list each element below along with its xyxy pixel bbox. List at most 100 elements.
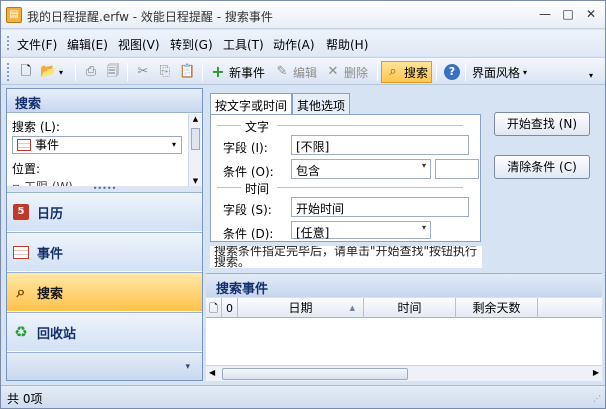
dropdown-arrow-icon: ▾ xyxy=(171,140,176,149)
menu-view[interactable]: 视图(V) xyxy=(118,36,160,53)
menu-tools[interactable]: 工具(T) xyxy=(223,36,264,53)
location-value: ▫ 工限 (W) xyxy=(12,178,73,186)
copy-icon: ⎘ xyxy=(159,64,171,79)
dropdown-arrow-icon: ▾ xyxy=(523,67,528,77)
menu-help[interactable]: 帮助(H) xyxy=(326,36,368,53)
toolbar-separator xyxy=(127,63,128,81)
menubar-grip[interactable] xyxy=(7,36,10,50)
left-pane-title: 搜索 xyxy=(7,89,202,113)
print-button[interactable]: ⎙ xyxy=(80,61,102,83)
scroll-up-icon[interactable]: ▲ xyxy=(189,114,202,124)
toolbar-overflow-button[interactable]: ▾ xyxy=(589,70,593,80)
time-field-select[interactable]: 开始时间 xyxy=(291,197,469,217)
nav-calendar[interactable]: 5 日历 xyxy=(7,192,202,231)
toolbar-grip[interactable] xyxy=(7,63,10,81)
group-divider xyxy=(217,125,241,126)
nav-options-button[interactable]: ▾ xyxy=(7,352,202,380)
copy-button[interactable]: ⎘ xyxy=(154,61,176,83)
scroll-thumb[interactable] xyxy=(222,368,408,380)
app-window: ▤ 我的日程提醒.erfw - 效能日程提醒 - 搜索事件 — □ ✕ 文件(F… xyxy=(0,0,606,409)
plus-icon: + xyxy=(211,62,225,81)
new-event-button[interactable]: + 新事件 xyxy=(207,61,268,83)
condition-text-input[interactable] xyxy=(435,159,479,179)
scroll-down-icon[interactable]: ▼ xyxy=(189,176,202,186)
nav-events[interactable]: 事件 xyxy=(7,232,202,271)
theme-label: 界面风格 xyxy=(472,65,521,80)
search-scope-select[interactable]: 事件 ▾ xyxy=(12,136,182,154)
results-list[interactable] xyxy=(206,318,602,365)
menu-file[interactable]: 文件(F) xyxy=(17,36,57,53)
delete-button[interactable]: ✕ 删除 xyxy=(322,61,371,83)
close-button[interactable]: ✕ xyxy=(580,5,602,23)
column-icon-attachment[interactable]: 0 xyxy=(222,298,238,318)
theme-dropdown[interactable]: 界面风格 ▾ xyxy=(469,61,530,83)
resize-grip-icon[interactable]: ⋰ xyxy=(593,394,601,403)
nav-search[interactable]: ⌕ 搜索 xyxy=(7,272,202,311)
column-days-left[interactable]: 剩余天数 xyxy=(456,298,538,318)
group-divider xyxy=(277,125,463,126)
toolbar: 🗋 📂 ▾ ⎙ 🗐 ✂ ⎘ 📋 + 新事件 ✎ 编辑 ✕ 删除 ⌕ 搜索 ? 界面风格 ▾ … xyxy=(1,57,605,85)
print-preview-button[interactable]: 🗐 xyxy=(102,61,124,83)
print-preview-icon: 🗐 xyxy=(106,64,120,79)
field-value: [不限] xyxy=(296,140,330,154)
menu-action[interactable]: 动作(A) xyxy=(273,36,315,53)
nav-recycle-bin[interactable]: ♻ 回收站 xyxy=(7,312,202,351)
column-date[interactable]: 日期 ▲ xyxy=(238,298,364,318)
edit-button[interactable]: ✎ 编辑 xyxy=(271,61,320,83)
tab-other-options[interactable]: 其他选项 xyxy=(292,93,351,114)
time-condition-label: 条件 (D): xyxy=(223,227,274,241)
paste-button[interactable]: 📋 xyxy=(176,61,198,83)
minimize-button[interactable]: — xyxy=(534,5,556,23)
condition-select[interactable]: 包含 ▾ xyxy=(291,159,431,179)
clear-conditions-button[interactable]: 清除条件 (C) xyxy=(494,155,590,179)
scissors-icon: ✂ xyxy=(137,64,149,79)
field-select[interactable]: [不限] xyxy=(291,135,469,155)
toolbar-separator xyxy=(377,63,378,81)
scroll-right-icon[interactable]: ▶ xyxy=(593,368,599,377)
scroll-left-icon[interactable]: ◀ xyxy=(209,368,215,377)
start-search-button[interactable]: 开始查找 (N) xyxy=(494,112,590,136)
scroll-thumb[interactable] xyxy=(191,128,200,150)
time-condition-select[interactable]: [任意] ▾ xyxy=(291,221,431,240)
paste-icon: 📋 xyxy=(179,64,196,79)
condition-value: 包含 xyxy=(296,164,321,178)
nav-calendar-label: 日历 xyxy=(37,206,64,222)
recycle-icon: ♻ xyxy=(14,323,28,341)
column-time[interactable]: 时间 xyxy=(364,298,456,318)
search-scope-panel: 搜索 (L): 事件 ▾ 位置: ▫ 工限 (W) ▲ ▼ xyxy=(7,114,202,186)
column-icon-document[interactable]: 🗋 xyxy=(206,298,222,318)
search-label: 搜索 xyxy=(404,65,429,80)
document-icon: 🗋 xyxy=(209,302,218,315)
search-content: 按文字或时间 其他选项 文字 字段 (I): [不限] 条件 (O): 包含 ▾ … xyxy=(206,88,602,381)
results-horizontal-scrollbar[interactable]: ◀ ▶ xyxy=(206,365,602,381)
magnifier-icon: ⌕ xyxy=(16,282,26,301)
help-icon: ? xyxy=(444,64,460,80)
tab-text-time[interactable]: 按文字或时间 xyxy=(210,93,293,115)
toolbar-separator xyxy=(465,63,466,81)
toolbar-separator xyxy=(75,63,76,81)
pencil-icon: ✎ xyxy=(276,64,288,79)
left-panel-scrollbar[interactable]: ▲ ▼ xyxy=(188,114,202,186)
folder-open-icon: 📂 xyxy=(40,64,57,79)
toolbar-separator xyxy=(436,63,437,81)
group-divider xyxy=(217,187,241,188)
menu-bar: 文件(F) 编辑(E) 视图(V) 转到(G) 工具(T) 动作(A) 帮助(H… xyxy=(1,30,605,56)
menu-goto[interactable]: 转到(G) xyxy=(170,36,213,53)
title-bar: ▤ 我的日程提醒.erfw - 效能日程提醒 - 搜索事件 — □ ✕ xyxy=(1,1,605,29)
search-button[interactable]: ⌕ 搜索 xyxy=(381,61,433,83)
new-document-button[interactable]: 🗋 xyxy=(15,61,37,83)
column-days-left-label: 剩余天数 xyxy=(472,301,521,315)
maximize-button[interactable]: □ xyxy=(557,5,579,23)
magnifier-icon: ⌕ xyxy=(389,64,397,79)
time-condition-value: [任意] xyxy=(296,226,330,240)
open-folder-button[interactable]: 📂 ▾ xyxy=(37,61,66,83)
event-table-icon xyxy=(17,139,31,151)
menu-edit[interactable]: 编辑(E) xyxy=(67,36,108,53)
cut-button[interactable]: ✂ xyxy=(132,61,154,83)
window-title: 我的日程提醒.erfw - 效能日程提醒 - 搜索事件 xyxy=(27,10,273,24)
location-label: 位置: xyxy=(12,162,41,176)
edit-label: 编辑 xyxy=(293,65,318,80)
nav-recycle-label: 回收站 xyxy=(37,326,77,342)
new-event-label: 新事件 xyxy=(229,65,266,80)
help-button[interactable]: ? xyxy=(441,61,463,83)
